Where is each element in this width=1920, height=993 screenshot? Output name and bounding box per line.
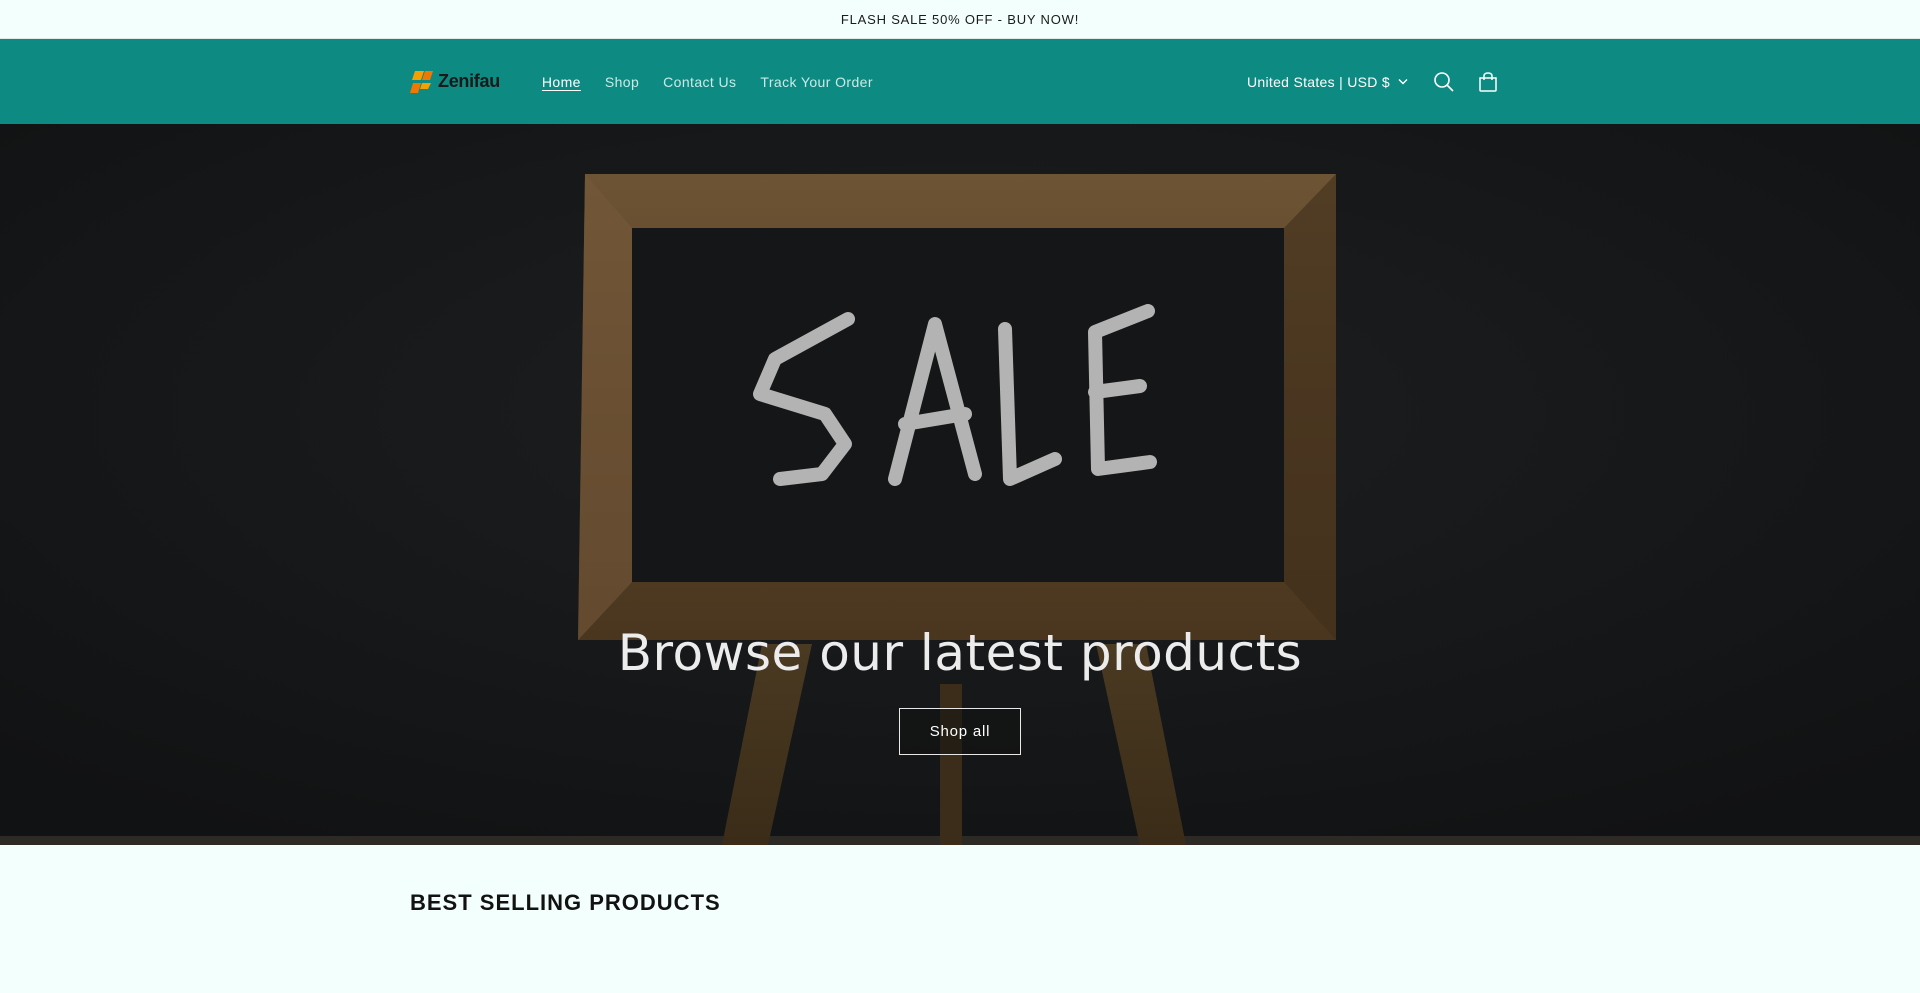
nav-item-contact-us[interactable]: Contact Us bbox=[651, 74, 748, 90]
announcement-text: FLASH SALE 50% OFF - BUY NOW! bbox=[840, 11, 1080, 27]
country-currency-label: United States | USD $ bbox=[1247, 73, 1390, 90]
logo[interactable]: Zenifau bbox=[410, 69, 500, 95]
logo-text: Zenifau bbox=[438, 71, 500, 91]
search-button[interactable] bbox=[1422, 60, 1466, 104]
chevron-down-icon bbox=[1398, 79, 1408, 85]
main-nav: Home Shop Contact Us Track Your Order bbox=[530, 74, 885, 90]
section-title: BEST SELLING PRODUCTS bbox=[410, 890, 721, 915]
nav-item-track-your-order[interactable]: Track Your Order bbox=[748, 74, 884, 90]
logo-icon bbox=[410, 70, 433, 93]
search-icon bbox=[1434, 71, 1454, 92]
country-currency-selector[interactable]: United States | USD $ bbox=[1247, 74, 1408, 90]
cart-button[interactable] bbox=[1466, 60, 1510, 104]
shop-all-button[interactable]: Shop all bbox=[899, 708, 1021, 755]
nav-item-home[interactable]: Home bbox=[530, 74, 593, 90]
hero-content: Browse our latest products Shop all bbox=[0, 624, 1920, 755]
cart-icon bbox=[1479, 71, 1497, 92]
announcement-bar: FLASH SALE 50% OFF - BUY NOW! bbox=[0, 0, 1920, 39]
nav-item-shop[interactable]: Shop bbox=[593, 74, 651, 90]
hero-banner: Browse our latest products Shop all bbox=[0, 124, 1920, 845]
site-header: Zenifau Home Shop Contact Us Track Your … bbox=[0, 39, 1920, 124]
hero-title: Browse our latest products bbox=[617, 624, 1303, 682]
header-actions: United States | USD $ bbox=[1247, 60, 1510, 104]
best-selling-section: BEST SELLING PRODUCTS bbox=[0, 845, 1920, 993]
